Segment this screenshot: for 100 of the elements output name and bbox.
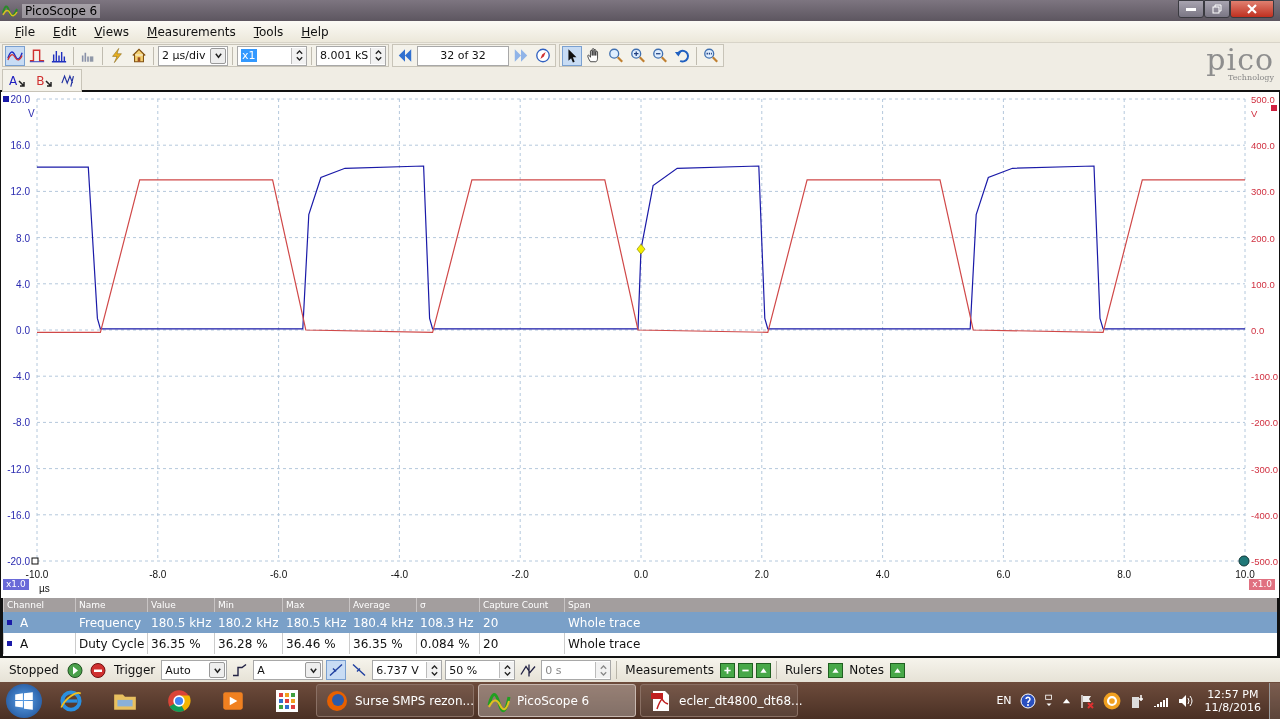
magnifier-icon	[703, 47, 719, 64]
y-axis-unit: V	[1251, 108, 1258, 119]
scope-mode-button[interactable]	[5, 45, 25, 66]
table-cell: 20	[479, 633, 564, 654]
y-axis-label: -400.0	[1251, 509, 1278, 521]
stop-icon	[89, 661, 106, 679]
expand-button[interactable]	[889, 662, 905, 678]
samples-field[interactable]: 8.001 kS	[316, 45, 386, 66]
table-cell: A	[3, 633, 75, 654]
zoom-in-icon	[630, 47, 646, 64]
close-button[interactable]	[1230, 0, 1274, 18]
rewind-icon	[397, 47, 413, 64]
table-cell: Duty Cycle	[75, 633, 147, 654]
y-axis-label: 400.0	[1251, 140, 1275, 152]
clock-time[interactable]: 12:57 PM	[1207, 687, 1259, 701]
firefox-icon	[325, 688, 349, 713]
spinner-icon	[598, 663, 608, 677]
undo-icon	[674, 47, 690, 64]
help-icon[interactable]	[1019, 692, 1036, 709]
table-cell: 36.46 %	[282, 633, 349, 654]
app-icon	[2, 2, 18, 19]
taskbar-button[interactable]: Surse SMPS rezon...	[316, 684, 474, 717]
axis-handle-icon[interactable]	[31, 557, 39, 565]
table-cell: A	[3, 612, 75, 633]
table-cell: Whole trace	[564, 633, 1277, 654]
spinner-icon	[429, 663, 439, 677]
menu-item[interactable]: Edit	[44, 24, 86, 39]
y-axis-label: 8.0	[16, 232, 30, 244]
spinner-icon	[294, 49, 304, 62]
table-cell: 36.35 %	[147, 633, 214, 654]
x-axis-label: -8.0	[149, 569, 167, 580]
trigger-marker[interactable]	[636, 243, 646, 255]
channel-marker-icon	[1271, 105, 1277, 111]
restore-button[interactable]	[1204, 0, 1230, 18]
minimize-button[interactable]	[1178, 0, 1204, 18]
close-icon	[1246, 3, 1258, 15]
start-button[interactable]	[6, 683, 42, 718]
flag-icon[interactable]	[1078, 692, 1095, 709]
menu-item[interactable]: Views	[85, 24, 139, 39]
stop-button[interactable]	[87, 660, 108, 680]
buffer-field[interactable]: 32 of 32	[417, 45, 509, 66]
show-hidden-icon[interactable]	[1061, 696, 1071, 705]
table-cell: 20	[479, 612, 564, 633]
measurement-row[interactable]: A Duty Cycle 36.35 % 36.28 % 36.46 % 36.35 % 0.084 % 20 Whole trace	[3, 633, 1277, 654]
expand-button[interactable]	[755, 662, 771, 678]
arrow-icon	[45, 79, 54, 88]
minimize-icon	[1186, 7, 1196, 11]
delay-field[interactable]: 0 s	[541, 660, 612, 680]
clock-date[interactable]: 11/8/2016	[1204, 700, 1261, 714]
channel-button[interactable]: B	[32, 70, 58, 91]
y-axis-label: -20.0	[7, 556, 30, 567]
expand-button[interactable]	[828, 662, 844, 678]
trigger-label: Trigger	[113, 663, 156, 677]
range-badge[interactable]: x1.0	[3, 579, 29, 590]
plus-icon	[721, 664, 733, 676]
threshold-field[interactable]: 6.737 V	[372, 660, 443, 680]
timebase-dropdown[interactable]: 2 µs/div	[158, 45, 228, 66]
magnifier-icon	[608, 47, 624, 64]
menu-item[interactable]: Measurements	[138, 24, 245, 39]
axis-handle-icon[interactable]	[1238, 555, 1250, 567]
chevron-down-icon	[212, 665, 222, 675]
menu-item[interactable]: File	[6, 24, 45, 39]
rising-edge-button[interactable]	[326, 660, 347, 680]
measurements-label: Measurements	[625, 663, 714, 677]
x-axis-label: -6.0	[270, 569, 288, 580]
y-axis-label: 0.0	[1251, 325, 1265, 336]
arrow-icon	[18, 79, 27, 88]
taskbar-button[interactable]: PicoScope 6	[478, 684, 636, 717]
internet-explorer-icon	[58, 687, 84, 714]
y-axis-label: -100.0	[1251, 371, 1278, 383]
y-axis-label: -8.0	[12, 417, 30, 429]
language-indicator[interactable]: EN	[996, 694, 1012, 707]
y-axis-label: 4.0	[16, 278, 30, 290]
add-button[interactable]	[719, 662, 735, 678]
menu-item[interactable]: Tools	[244, 24, 293, 39]
y-axis-label: -500.0	[1251, 556, 1278, 567]
table-cell: 36.35 %	[349, 633, 416, 654]
channel-button[interactable]: A	[5, 70, 31, 91]
y-axis-label: -12.0	[7, 463, 30, 475]
spinner-icon	[373, 49, 383, 62]
trigger-mode-dropdown[interactable]: Auto	[161, 660, 228, 680]
pretrigger-field[interactable]: 50 %	[445, 660, 516, 680]
menu-item[interactable]: Help	[292, 24, 338, 39]
show-desktop-button[interactable]	[1269, 682, 1280, 719]
channel-marker-icon	[3, 96, 9, 102]
x-axis-label: 8.0	[1117, 569, 1132, 580]
remove-button[interactable]	[737, 662, 753, 678]
run-button[interactable]	[64, 660, 85, 680]
zoom-out-icon	[652, 47, 668, 64]
play-icon	[66, 661, 83, 679]
y-axis-label: -300.0	[1251, 463, 1278, 475]
y-axis-label: 500.0	[1251, 94, 1275, 105]
pointer-button[interactable]	[562, 45, 582, 66]
circle-app-icon[interactable]	[1102, 691, 1121, 710]
x-axis-label: 10.0	[1235, 569, 1255, 580]
falling-edge-icon	[351, 661, 368, 679]
rising-edge-icon	[328, 661, 345, 679]
window-title: PicoScope 6	[22, 3, 101, 18]
trigger-source-dropdown[interactable]: A	[253, 660, 324, 680]
x-axis-label: -4.0	[390, 569, 408, 580]
